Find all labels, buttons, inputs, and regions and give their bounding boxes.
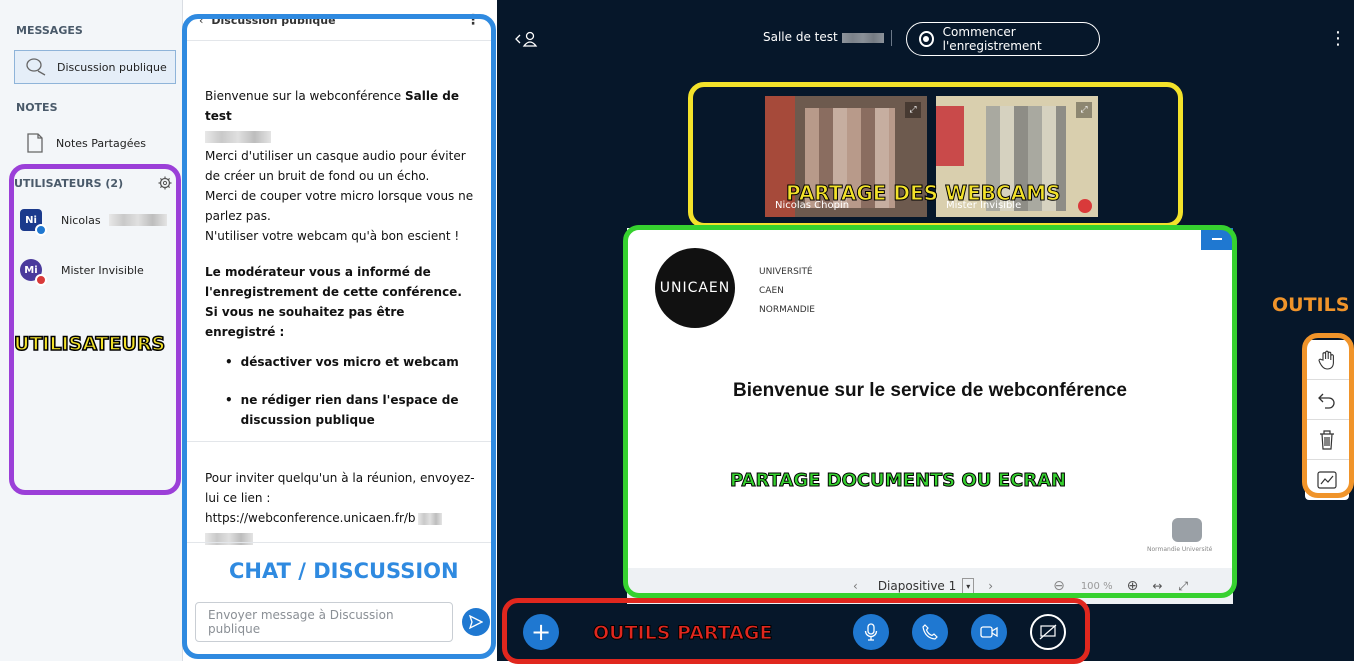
documents-annotation: PARTAGE DOCUMENTS OU ECRAN — [729, 470, 1067, 492]
redacted-room — [841, 32, 884, 43]
room-title: Salle de test — [763, 30, 884, 44]
more-options-icon[interactable]: ⋮ — [1329, 28, 1347, 49]
shared-notes-label: Notes Partagées — [56, 136, 146, 150]
document-icon — [20, 132, 50, 154]
room-name: Salle de test — [763, 30, 838, 44]
start-recording-button[interactable]: Commencer l'enregistrement — [906, 22, 1100, 56]
users-annotation: UTILISATEURS — [13, 332, 166, 356]
record-label: Commencer l'enregistrement — [942, 25, 1042, 53]
public-chat-item[interactable]: Discussion publique — [14, 50, 176, 84]
share-tools-annotation: OUTILS PARTAGE — [592, 622, 773, 645]
toggle-users-icon[interactable] — [515, 30, 539, 52]
documents-highlight — [623, 225, 1237, 598]
shared-notes-item[interactable]: Notes Partagées — [14, 126, 176, 160]
notes-section-title: NOTES — [16, 101, 58, 114]
chat-annotation: CHAT / DISCUSSION — [229, 559, 459, 583]
users-highlight — [9, 164, 181, 495]
tools-highlight — [1302, 333, 1354, 498]
tools-annotation: OUTILS — [1272, 294, 1350, 316]
messages-section-title: MESSAGES — [16, 24, 83, 37]
webcams-annotation: PARTAGE DES WEBCAMS — [785, 181, 1061, 206]
share-tools-highlight — [502, 598, 1090, 664]
public-chat-label: Discussion publique — [57, 60, 167, 74]
webcams-highlight — [688, 82, 1183, 228]
chat-bubble-icon — [21, 57, 51, 77]
record-icon — [919, 31, 934, 47]
